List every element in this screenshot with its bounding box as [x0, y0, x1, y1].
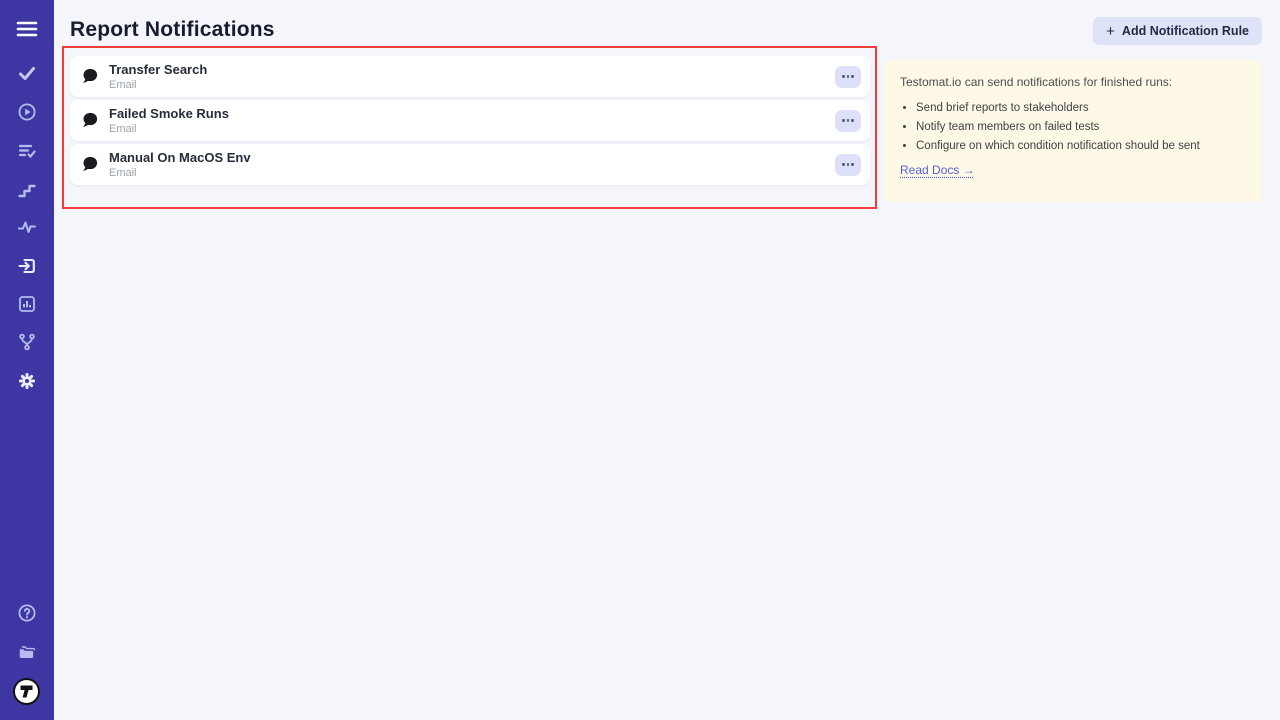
runs-play-icon[interactable]: [17, 102, 37, 122]
notification-rule-row[interactable]: Failed Smoke Runs Email: [70, 100, 870, 141]
read-docs-link[interactable]: Read Docs →: [900, 163, 975, 177]
info-bullet: Send brief reports to stakeholders: [916, 102, 1246, 114]
info-bullet-list: Send brief reports to stakeholders Notif…: [916, 102, 1246, 152]
logo-circle: [13, 678, 40, 705]
branches-fork-icon[interactable]: [17, 332, 37, 352]
testomat-logo[interactable]: [13, 678, 40, 705]
info-bullet: Notify team members on failed tests: [916, 121, 1246, 133]
add-button-label: Add Notification Rule: [1122, 24, 1249, 38]
help-icon[interactable]: [17, 603, 37, 623]
rule-title: Transfer Search: [109, 62, 207, 77]
test-plans-list-icon[interactable]: [17, 141, 37, 161]
analytics-pulse-icon[interactable]: [17, 217, 37, 237]
rule-channel: Email: [109, 123, 229, 136]
notification-rule-row[interactable]: Transfer Search Email: [70, 56, 870, 97]
row-menu-button[interactable]: [835, 66, 861, 88]
row-menu-button[interactable]: [835, 154, 861, 176]
rule-channel: Email: [109, 167, 251, 180]
info-intro-text: Testomat.io can send notifications for f…: [900, 75, 1246, 89]
settings-gear-icon[interactable]: [17, 371, 37, 391]
page-title: Report Notifications: [70, 18, 275, 42]
add-notification-rule-button[interactable]: + Add Notification Rule: [1093, 17, 1262, 45]
chat-bubble-icon: [81, 156, 98, 173]
notification-rule-row[interactable]: Manual On MacOS Env Email: [70, 144, 870, 185]
row-menu-button[interactable]: [835, 110, 861, 132]
projects-folder-icon[interactable]: [17, 642, 37, 662]
hamburger-menu-icon[interactable]: [16, 20, 38, 38]
rule-channel: Email: [109, 79, 207, 92]
notification-rules-list: Transfer Search Email Failed Smoke Runs …: [70, 56, 870, 188]
chat-bubble-icon: [81, 68, 98, 85]
plus-icon: +: [1106, 24, 1115, 39]
rule-title: Failed Smoke Runs: [109, 106, 229, 121]
sidebar: [0, 0, 54, 720]
info-bullet: Configure on which condition notificatio…: [916, 140, 1246, 152]
info-panel: Testomat.io can send notifications for f…: [884, 60, 1262, 202]
chat-bubble-icon: [81, 112, 98, 129]
tests-check-icon[interactable]: [17, 63, 37, 83]
rule-title: Manual On MacOS Env: [109, 150, 251, 165]
import-icon[interactable]: [17, 256, 37, 276]
reports-bar-chart-icon[interactable]: [17, 294, 37, 314]
milestones-stairs-icon[interactable]: [17, 179, 37, 199]
